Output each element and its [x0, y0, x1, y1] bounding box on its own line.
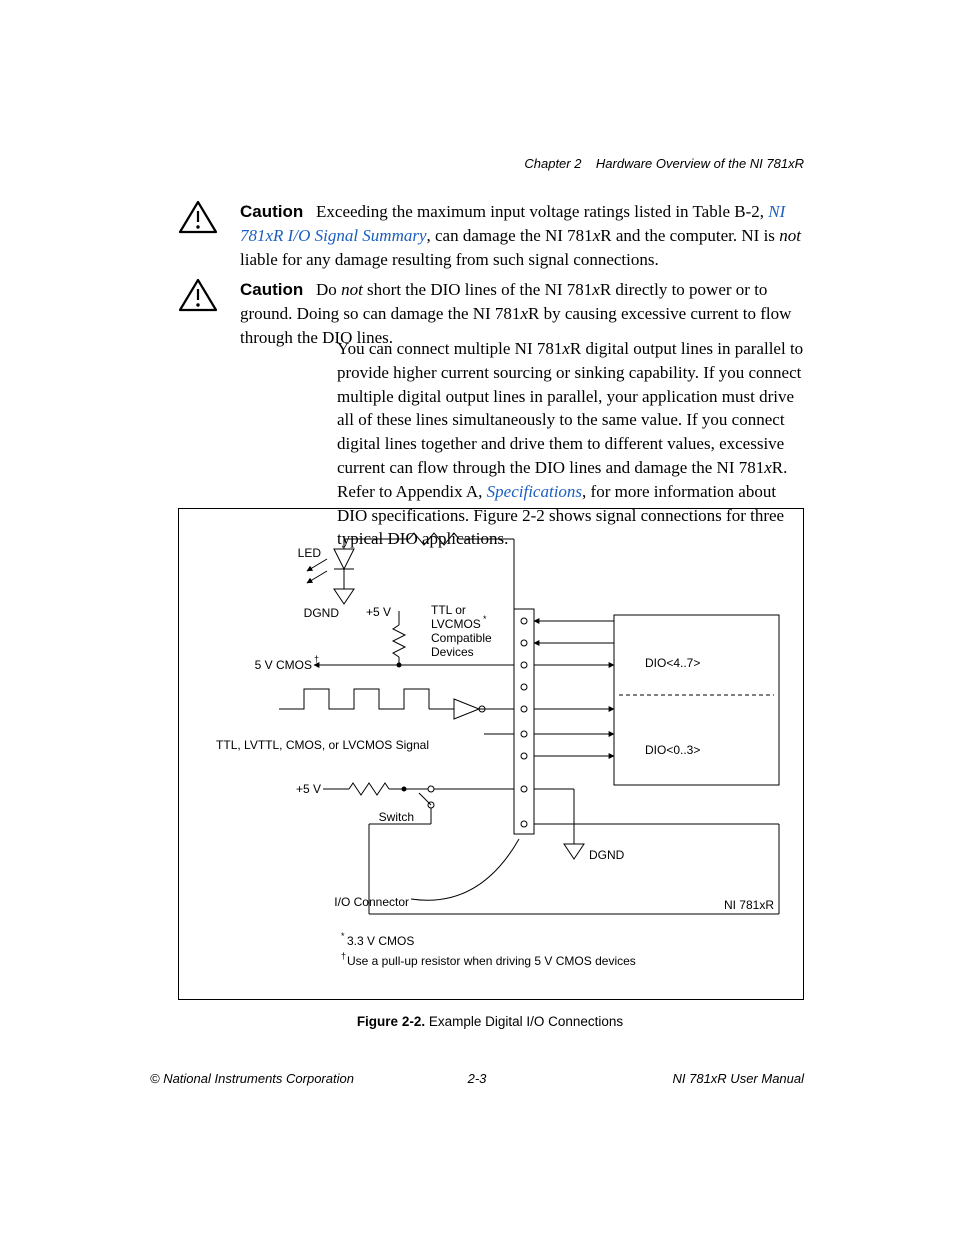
- chapter-number: Chapter 2: [524, 156, 581, 171]
- body-text: R digital output lines in parallel to pr…: [337, 339, 803, 477]
- note-1: 3.3 V CMOS: [347, 934, 414, 948]
- figure-diagram: DIO<4..7> DIO<0..3> DGND NI 781xR I/O Co…: [179, 509, 803, 999]
- caution-icon: [178, 278, 218, 312]
- caution-1: Caution Exceeding the maximum input volt…: [240, 200, 804, 271]
- not-emphasis: not: [341, 280, 363, 299]
- label-dio47: DIO<4..7>: [645, 656, 700, 670]
- footer-page-number: 2-3: [0, 1070, 954, 1088]
- caution-text-part: short the DIO lines of the NI 781: [363, 280, 592, 299]
- model-x: x: [520, 304, 528, 323]
- label-compatible: Compatible: [431, 631, 492, 645]
- model-x: x: [562, 339, 570, 358]
- label-ttl-signal: TTL, LVTTL, CMOS, or LVCMOS Signal: [216, 738, 429, 752]
- label-dgnd2: DGND: [589, 848, 625, 862]
- label-plus5v-2: +5 V: [296, 782, 321, 796]
- label-io-connector: I/O Connector: [334, 895, 409, 909]
- star-symbol-note: *: [341, 931, 345, 941]
- label-switch: Switch: [379, 810, 414, 824]
- caution-text-part: Do: [316, 280, 341, 299]
- label-ttl-or: TTL or: [431, 603, 466, 617]
- figure-caption: Figure 2-2. Example Digital I/O Connecti…: [178, 1013, 802, 1032]
- model-x: x: [764, 458, 772, 477]
- caution-text-part: Exceeding the maximum input voltage rati…: [316, 202, 768, 221]
- figure-caption-text: Example Digital I/O Connections: [425, 1014, 623, 1029]
- note-2: Use a pull-up resistor when driving 5 V …: [347, 954, 636, 968]
- dagger-symbol-note: †: [341, 951, 346, 961]
- caution-label: Caution: [240, 202, 303, 221]
- caution-text-part: , can damage the NI 781: [427, 226, 593, 245]
- label-lvcmos: LVCMOS: [431, 617, 481, 631]
- page: Chapter 2 Hardware Overview of the NI 78…: [0, 0, 954, 1235]
- caution-text-part: liable for any damage resulting from suc…: [240, 250, 659, 269]
- figure-caption-number: Figure 2-2.: [357, 1014, 425, 1029]
- label-plus5v-1: +5 V: [366, 605, 391, 619]
- label-led: LED: [298, 546, 322, 560]
- running-header: Chapter 2 Hardware Overview of the NI 78…: [524, 155, 804, 173]
- label-dio03: DIO<0..3>: [645, 743, 700, 757]
- body-text: You can connect multiple NI 781: [337, 339, 562, 358]
- not-emphasis: not: [779, 226, 801, 245]
- caution-icon: [178, 200, 218, 234]
- dagger-symbol: †: [314, 654, 319, 664]
- label-device: NI 781xR: [724, 898, 774, 912]
- caution-text-part: R and the computer. NI is: [600, 226, 779, 245]
- link-specifications[interactable]: Specifications: [487, 482, 582, 501]
- model-x: x: [592, 280, 600, 299]
- figure-2-2: DIO<4..7> DIO<0..3> DGND NI 781xR I/O Co…: [178, 508, 804, 1000]
- label-cmos5v: 5 V CMOS: [255, 658, 312, 672]
- footer-manual-title: NI 781xR User Manual: [673, 1070, 805, 1088]
- label-dgnd1: DGND: [304, 606, 340, 620]
- chapter-title: Hardware Overview of the NI 781xR: [596, 156, 804, 171]
- star-symbol: *: [483, 614, 487, 624]
- label-devices: Devices: [431, 645, 474, 659]
- caution-label: Caution: [240, 280, 303, 299]
